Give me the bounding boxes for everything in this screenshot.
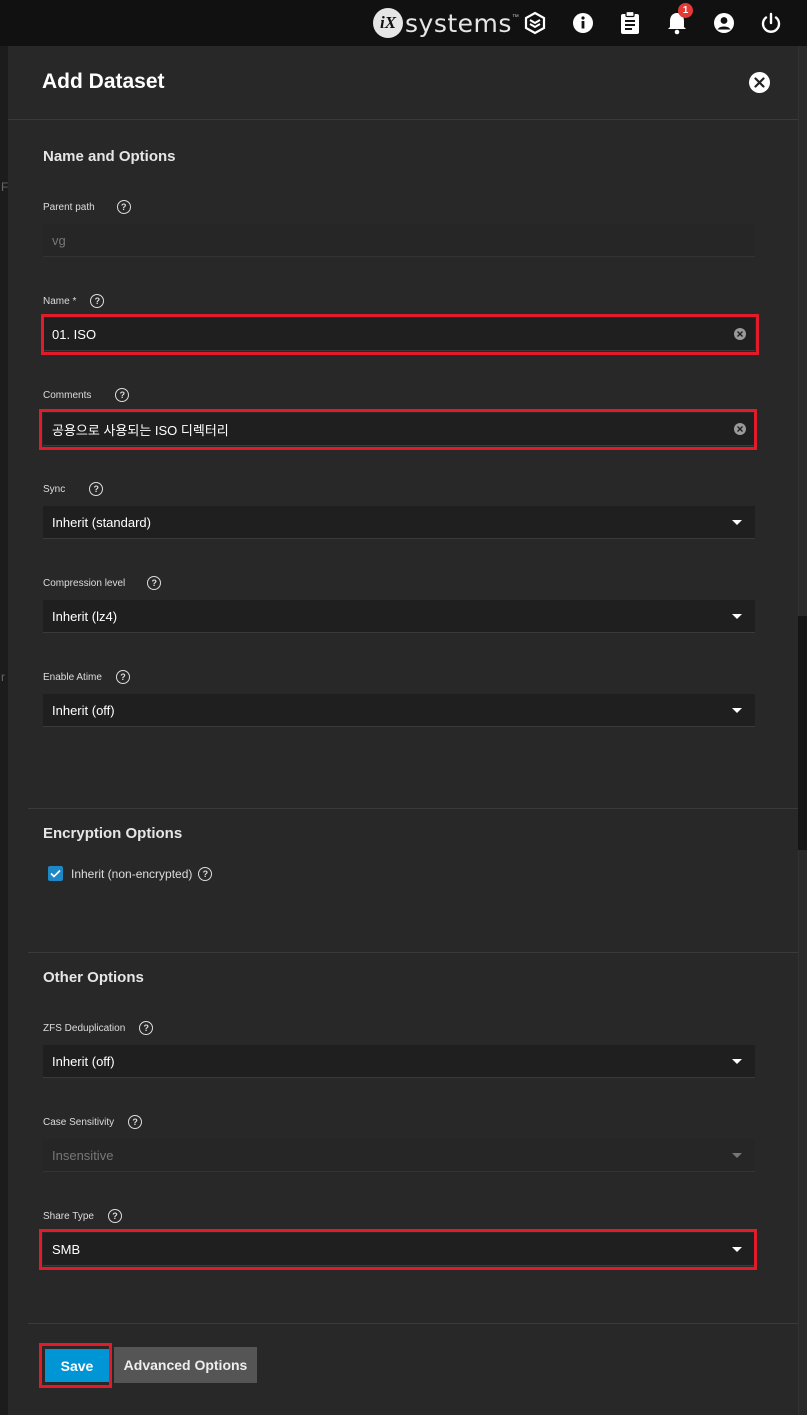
chevron-down-icon [732, 1153, 742, 1158]
highlight-box [41, 314, 759, 355]
ixsystems-logo[interactable]: iX systems ™ [373, 8, 519, 38]
comments-label-text: Comments [43, 389, 92, 401]
help-icon[interactable]: ? [198, 866, 213, 881]
close-icon [754, 77, 765, 88]
help-icon[interactable]: ? [147, 576, 162, 590]
inherit-encryption-label-text: Inherit (non-encrypted) [71, 866, 193, 881]
help-icon[interactable]: ? [128, 1115, 143, 1129]
section-title-other: Other Options [43, 969, 144, 986]
truecommand-icon[interactable] [523, 11, 547, 35]
dedup-label-text: ZFS Deduplication [43, 1022, 126, 1034]
atime-select[interactable]: Inherit (off) [43, 694, 755, 727]
check-icon [50, 869, 61, 878]
compression-value: Inherit (lz4) [52, 608, 118, 624]
dedup-label: ZFS Deduplication ? [43, 1021, 154, 1035]
logo-trademark: ™ [511, 14, 519, 21]
case-sensitivity-select: Insensitive [43, 1139, 755, 1172]
dedup-select[interactable]: Inherit (off) [43, 1045, 755, 1078]
bell-icon[interactable]: 1 [665, 3, 693, 35]
info-icon[interactable] [571, 11, 595, 35]
help-icon[interactable]: ? [107, 1209, 122, 1223]
parent-path-label-text: Parent path [43, 201, 95, 213]
share-type-label-text: Share Type [43, 1210, 94, 1222]
atime-label-text: Enable Atime [43, 671, 102, 683]
top-bar: iX systems ™ 1 [0, 0, 807, 46]
compression-select[interactable]: Inherit (lz4) [43, 600, 755, 633]
help-icon[interactable]: ? [115, 388, 130, 402]
account-icon[interactable] [712, 11, 736, 35]
help-icon[interactable]: ? [89, 482, 104, 496]
name-label: Name * ? [43, 294, 105, 308]
highlight-box [39, 1229, 757, 1270]
help-icon[interactable]: ? [139, 1021, 154, 1035]
section-title-encryption: Encryption Options [43, 825, 183, 842]
name-label-text: Name * [43, 295, 77, 307]
atime-value: Inherit (off) [52, 702, 115, 718]
notification-badge: 1 [678, 3, 693, 18]
section-divider [28, 808, 798, 809]
section-divider [28, 952, 798, 953]
inherit-encryption-checkbox[interactable] [48, 866, 63, 881]
chevron-down-icon [732, 520, 742, 525]
chevron-down-icon [732, 614, 742, 619]
parent-path-input: vg [43, 224, 755, 257]
section-divider [28, 1323, 798, 1324]
highlight-box [39, 409, 757, 450]
clipboard-icon[interactable] [618, 11, 642, 35]
logo-mark: iX [373, 8, 403, 38]
help-icon[interactable]: ? [116, 200, 131, 214]
highlight-box [39, 1343, 112, 1388]
background-text-fragment: r [1, 670, 5, 684]
scrollbar[interactable] [798, 46, 807, 616]
help-icon[interactable]: ? [115, 670, 130, 684]
compression-label-text: Compression level [43, 577, 126, 589]
panel-title: Add Dataset [42, 70, 165, 93]
section-title-name-options: Name and Options [43, 148, 176, 165]
close-button[interactable] [749, 72, 770, 93]
case-sensitivity-label-text: Case Sensitivity [43, 1116, 115, 1128]
parent-path-value: vg [52, 232, 66, 248]
panel-header: Add Dataset [8, 46, 798, 120]
share-type-label: Share Type ? [43, 1209, 122, 1223]
logo-text: systems [405, 8, 512, 38]
comments-label: Comments ? [43, 388, 130, 402]
help-icon[interactable]: ? [90, 294, 105, 308]
sync-select[interactable]: Inherit (standard) [43, 506, 755, 539]
add-dataset-panel: Add Dataset Name and Options Parent path… [8, 46, 798, 1415]
dedup-value: Inherit (off) [52, 1053, 115, 1069]
chevron-down-icon [732, 1059, 742, 1064]
inherit-encryption-label: Inherit (non-encrypted) ? [71, 866, 213, 881]
sync-label: Sync ? [43, 482, 104, 496]
atime-label: Enable Atime ? [43, 670, 130, 684]
chevron-down-icon [732, 708, 742, 713]
scrollbar[interactable] [798, 850, 807, 1415]
advanced-options-button[interactable]: Advanced Options [114, 1347, 257, 1383]
sync-value: Inherit (standard) [52, 514, 151, 530]
case-sensitivity-label: Case Sensitivity ? [43, 1115, 143, 1129]
parent-path-label: Parent path ? [43, 200, 131, 214]
sync-label-text: Sync [43, 483, 66, 495]
case-sensitivity-value: Insensitive [52, 1147, 114, 1163]
compression-label: Compression level ? [43, 576, 162, 590]
background-page: F r [0, 46, 8, 1415]
power-icon[interactable] [759, 11, 783, 35]
